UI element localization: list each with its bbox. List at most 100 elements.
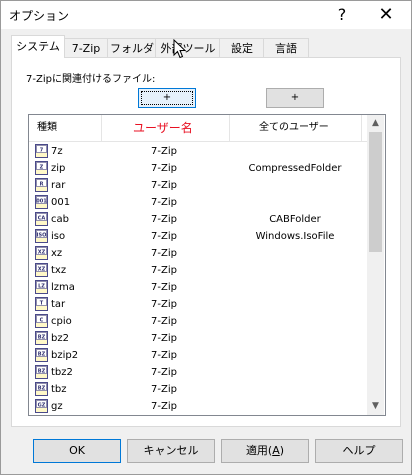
row-all-users-assoc	[229, 279, 361, 296]
table-row[interactable]: ISO iso 7-Zip Windows.IsoFile	[29, 228, 367, 245]
help-icon[interactable]: ?	[321, 1, 363, 29]
table-row[interactable]: 001 001 7-Zip	[29, 194, 367, 211]
row-user-assoc: 7-Zip	[151, 299, 177, 310]
table-row[interactable]: BZ tbz2 7-Zip	[29, 364, 367, 381]
file-icon-glyph: BZ	[38, 385, 46, 391]
vertical-scrollbar[interactable]: ▲ ▼	[367, 115, 384, 415]
row-all-users-assoc	[229, 177, 361, 194]
ok-button[interactable]: OK	[33, 439, 121, 463]
file-icon-glyph: ISO	[37, 232, 47, 238]
column-header-user[interactable]: ユーザー名	[133, 115, 193, 141]
file-icon-glyph: R	[40, 181, 44, 187]
row-all-users-assoc	[229, 262, 361, 279]
row-extension: 001	[51, 197, 71, 208]
archive-file-icon: BZ	[35, 365, 48, 379]
column-header-all-users[interactable]: 全てのユーザー	[259, 115, 329, 141]
row-all-users-assoc	[229, 245, 361, 262]
archive-file-icon: C	[35, 314, 48, 328]
row-all-users-assoc	[229, 143, 361, 160]
table-row[interactable]: LZ lzma 7-Zip	[29, 279, 367, 296]
file-icon-glyph: 7	[40, 147, 44, 153]
associate-label: 7-Zipに関連付けるファイル:	[26, 74, 156, 85]
archive-file-icon: ISO	[35, 229, 48, 243]
row-extension: 7z	[51, 146, 63, 157]
file-association-list[interactable]: 種類 ユーザー名 全てのユーザー 7 7z 7-Zip Zzip 7-Zip Compre…	[28, 114, 386, 416]
row-user-assoc: 7-Zip	[151, 248, 177, 259]
row-all-users-assoc	[229, 194, 361, 211]
apply-label-prefix: 適用(	[245, 444, 273, 457]
table-row[interactable]: 7 7z 7-Zip	[29, 143, 367, 160]
tab-7zip[interactable]: 7-Zip	[63, 38, 109, 58]
cancel-button[interactable]: キャンセル	[127, 439, 215, 463]
column-header-type[interactable]: 種類	[37, 115, 57, 141]
table-row[interactable]: BZ bzip2 7-Zip	[29, 347, 367, 364]
archive-file-icon: BZ	[35, 331, 48, 345]
row-user-assoc: 7-Zip	[151, 367, 177, 378]
table-row[interactable]: Ttar 7-Zip	[29, 296, 367, 313]
archive-file-icon: CA	[35, 212, 48, 226]
row-user-assoc: 7-Zip	[151, 316, 177, 327]
associate-current-user-button[interactable]: +	[138, 88, 196, 108]
row-user-assoc: 7-Zip	[151, 265, 177, 276]
row-all-users-assoc: CompressedFolder	[248, 163, 342, 174]
file-icon-glyph: XZ	[38, 266, 46, 272]
options-dialog: オプション ? ✕ システム 7-Zip フォルダ 外部ツール 設定 言語 7-…	[0, 0, 412, 475]
row-extension: tbz2	[51, 367, 73, 378]
row-extension: cab	[51, 214, 69, 225]
tab-system[interactable]: システム	[11, 35, 65, 58]
file-icon-glyph: 001	[36, 198, 47, 204]
row-user-assoc: 7-Zip	[151, 333, 177, 344]
file-icon-glyph: BZ	[38, 351, 46, 357]
archive-file-icon: LZ	[35, 280, 48, 294]
table-row[interactable]: CA cab 7-Zip CABFolder	[29, 211, 367, 228]
row-user-assoc: 7-Zip	[151, 214, 177, 225]
row-extension: lzma	[51, 282, 75, 293]
row-all-users-assoc	[229, 381, 361, 398]
archive-file-icon: Z	[35, 161, 48, 175]
scroll-up-arrow-icon[interactable]: ▲	[367, 115, 384, 132]
tab-editor[interactable]: 外部ツール	[155, 38, 221, 58]
tab-language[interactable]: 言語	[263, 38, 309, 58]
row-user-assoc: 7-Zip	[151, 401, 177, 412]
column-divider[interactable]	[229, 115, 230, 141]
archive-file-icon: 001	[35, 195, 48, 209]
table-row[interactable]: Rrar 7-Zip	[29, 177, 367, 194]
table-row[interactable]: Zzip 7-Zip CompressedFolder	[29, 160, 367, 177]
close-icon[interactable]: ✕	[365, 1, 407, 29]
row-extension: iso	[51, 231, 66, 242]
table-row[interactable]: XZ xz 7-Zip	[29, 245, 367, 262]
file-icon-glyph: C	[40, 317, 44, 323]
list-rows: 7 7z 7-Zip Zzip 7-Zip CompressedFolder Rrar 7-Z…	[29, 143, 367, 415]
list-header: 種類 ユーザー名 全てのユーザー	[29, 115, 367, 142]
mouse-pointer-icon	[173, 39, 187, 59]
file-icon-glyph: Z	[40, 164, 44, 170]
row-all-users-assoc	[229, 398, 361, 415]
apply-button[interactable]: 適用(A)	[221, 439, 309, 463]
column-divider[interactable]	[101, 115, 102, 141]
tab-settings[interactable]: 設定	[219, 38, 265, 58]
row-all-users-assoc: Windows.IsoFile	[255, 231, 335, 242]
column-divider[interactable]	[361, 115, 362, 141]
scroll-down-arrow-icon[interactable]: ▼	[367, 398, 384, 415]
scroll-thumb[interactable]	[369, 132, 382, 252]
archive-file-icon: GZ	[35, 399, 48, 413]
apply-accelerator-key: A	[272, 444, 280, 457]
row-extension: tar	[51, 299, 66, 310]
row-extension: cpio	[51, 316, 72, 327]
archive-file-icon: BZ	[35, 348, 48, 362]
table-row[interactable]: BZ bz2 7-Zip	[29, 330, 367, 347]
file-icon-glyph: BZ	[38, 334, 46, 340]
tab-folders[interactable]: フォルダ	[107, 38, 157, 58]
table-row[interactable]: GZ gz 7-Zip	[29, 398, 367, 415]
table-row[interactable]: Ccpio 7-Zip	[29, 313, 367, 330]
file-icon-glyph: LZ	[38, 283, 45, 289]
associate-all-users-button[interactable]: +	[266, 88, 324, 108]
row-all-users-assoc	[229, 347, 361, 364]
archive-file-icon: T	[35, 297, 48, 311]
table-row[interactable]: XZ txz 7-Zip	[29, 262, 367, 279]
archive-file-icon: 7	[35, 144, 48, 158]
help-button[interactable]: ヘルプ	[315, 439, 403, 463]
row-user-assoc: 7-Zip	[151, 163, 177, 174]
row-user-assoc: 7-Zip	[151, 146, 177, 157]
table-row[interactable]: BZ tbz 7-Zip	[29, 381, 367, 398]
